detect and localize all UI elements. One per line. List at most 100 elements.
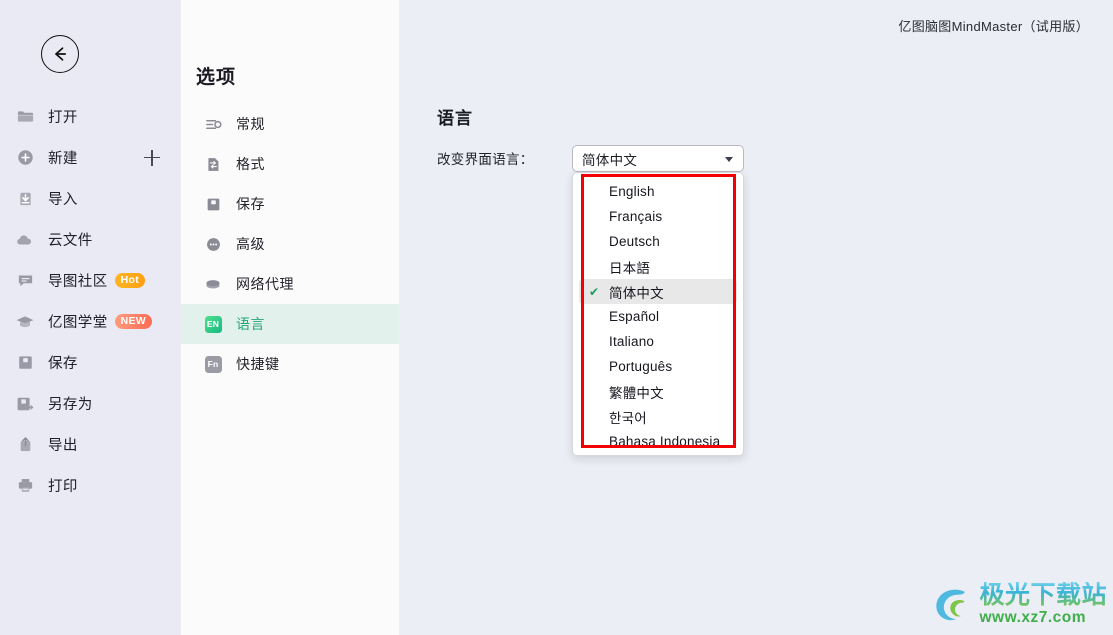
options-item-shortcuts[interactable]: Fn 快捷键 bbox=[181, 344, 399, 384]
export-icon bbox=[14, 434, 36, 456]
options-item-label: 语言 bbox=[236, 316, 265, 332]
import-icon bbox=[14, 188, 36, 210]
options-item-label: 保存 bbox=[236, 196, 265, 212]
sidebar-item-label: 导入 bbox=[48, 192, 78, 208]
options-item-label: 快捷键 bbox=[236, 356, 280, 372]
watermark-logo-icon bbox=[931, 581, 977, 627]
sidebar-item-label: 云文件 bbox=[48, 233, 93, 249]
language-field-row: 改变界面语言： bbox=[437, 148, 534, 168]
options-item-save[interactable]: 保存 bbox=[181, 184, 399, 224]
dropdown-option-label: English bbox=[609, 184, 655, 199]
save-icon bbox=[14, 352, 36, 374]
sidebar-item-academy[interactable]: 亿图学堂 NEW bbox=[0, 301, 181, 342]
sidebar-item-open[interactable]: 打开 bbox=[0, 96, 181, 137]
page-title: 语言 bbox=[437, 109, 473, 128]
save-as-icon bbox=[14, 393, 36, 415]
dropdown-option-label: 繁體中文 bbox=[609, 385, 664, 401]
dropdown-option-label: Français bbox=[609, 209, 663, 224]
fn-badge-label: Fn bbox=[204, 355, 222, 373]
sidebar-item-label: 导出 bbox=[48, 438, 78, 454]
language-select-value: 简体中文 bbox=[582, 152, 638, 168]
sidebar-item-save-as[interactable]: 另存为 bbox=[0, 383, 181, 424]
graduation-cap-icon bbox=[14, 311, 36, 333]
sidebar-item-label: 打印 bbox=[48, 479, 78, 495]
sidebar-item-label: 打开 bbox=[48, 110, 78, 126]
folder-icon bbox=[14, 106, 36, 128]
ellipsis-icon bbox=[204, 235, 222, 253]
options-title: 选项 bbox=[196, 67, 237, 88]
comment-icon bbox=[14, 270, 36, 292]
language-select[interactable]: 简体中文 bbox=[572, 145, 744, 172]
options-menu: 常规 格式 保存 高级 网络代理 EN 语言 Fn 快捷键 bbox=[181, 104, 399, 384]
dropdown-option-japanese[interactable]: 日本語 bbox=[579, 254, 737, 279]
sidebar-item-cloud-files[interactable]: 云文件 bbox=[0, 219, 181, 260]
en-badge-label: EN bbox=[204, 315, 222, 333]
language-field-label: 改变界面语言： bbox=[437, 152, 534, 167]
dropdown-option-label: Bahasa Indonesia bbox=[609, 434, 721, 449]
dropdown-option-label: 简体中文 bbox=[609, 285, 664, 301]
sidebar-item-label: 保存 bbox=[48, 356, 78, 372]
sidebar-item-label: 另存为 bbox=[48, 397, 93, 413]
left-sidebar: 打开 新建 导入 云文件 导图社区 Hot 亿图学堂 NEW 保存 另存为 导出… bbox=[0, 0, 181, 635]
back-button[interactable] bbox=[41, 35, 79, 73]
sidebar-item-export[interactable]: 导出 bbox=[0, 424, 181, 465]
dropdown-option-label: Español bbox=[609, 309, 660, 324]
save-icon bbox=[204, 195, 222, 213]
watermark-site-name: 极光下载站 bbox=[979, 580, 1107, 609]
printer-icon bbox=[14, 475, 36, 497]
sidebar-item-label: 亿图学堂 bbox=[48, 315, 108, 331]
sidebar-item-community[interactable]: 导图社区 Hot bbox=[0, 260, 181, 301]
main-content: 亿图脑图MindMaster（试用版） 语言 改变界面语言： 简体中文 Engl… bbox=[399, 0, 1113, 635]
options-item-advanced[interactable]: 高级 bbox=[181, 224, 399, 264]
status-badge-hot: Hot bbox=[114, 272, 146, 289]
watermark: 极光下载站 www.xz7.com bbox=[931, 581, 1107, 627]
back-arrow-icon bbox=[50, 44, 70, 64]
document-icon bbox=[204, 155, 222, 173]
options-item-label: 格式 bbox=[236, 156, 265, 172]
dropdown-option-espanol[interactable]: Español bbox=[579, 304, 737, 329]
dropdown-option-label: 日本語 bbox=[609, 260, 651, 276]
options-item-language[interactable]: EN 语言 bbox=[181, 304, 399, 344]
options-panel: 选项 常规 格式 保存 高级 网络代理 EN 语言 Fn 快捷键 bbox=[181, 0, 399, 635]
sidebar-item-import[interactable]: 导入 bbox=[0, 178, 181, 219]
dropdown-option-label: Deutsch bbox=[609, 234, 660, 249]
watermark-url: www.xz7.com bbox=[979, 609, 1087, 627]
dropdown-option-portugues[interactable]: Português bbox=[579, 354, 737, 379]
sidebar-menu: 打开 新建 导入 云文件 导图社区 Hot 亿图学堂 NEW 保存 另存为 导出… bbox=[0, 96, 181, 506]
dropdown-option-deutsch[interactable]: Deutsch bbox=[579, 229, 737, 254]
dropdown-option-label: Italiano bbox=[609, 334, 655, 349]
options-item-format[interactable]: 格式 bbox=[181, 144, 399, 184]
dropdown-option-bahasa-indonesia[interactable]: Bahasa Indonesia bbox=[579, 429, 737, 454]
options-item-label: 常规 bbox=[236, 116, 265, 132]
mindmaster-options-window: 打开 新建 导入 云文件 导图社区 Hot 亿图学堂 NEW 保存 另存为 导出… bbox=[0, 0, 1113, 635]
dropdown-option-traditional-chinese[interactable]: 繁體中文 bbox=[579, 379, 737, 404]
app-title: 亿图脑图MindMaster（试用版） bbox=[898, 19, 1089, 34]
options-item-network-proxy[interactable]: 网络代理 bbox=[181, 264, 399, 304]
sidebar-item-new[interactable]: 新建 bbox=[0, 137, 181, 178]
plus-icon[interactable] bbox=[144, 149, 160, 166]
language-dropdown-list[interactable]: English Français Deutsch 日本語 ✔ 简体中文 Espa… bbox=[572, 172, 744, 456]
dropdown-option-italiano[interactable]: Italiano bbox=[579, 329, 737, 354]
plus-circle-icon bbox=[14, 147, 36, 169]
cloud-icon bbox=[14, 229, 36, 251]
dropdown-option-simplified-chinese[interactable]: ✔ 简体中文 bbox=[579, 279, 737, 304]
sidebar-item-label: 导图社区 bbox=[48, 274, 108, 290]
sidebar-item-save[interactable]: 保存 bbox=[0, 342, 181, 383]
sidebar-item-print[interactable]: 打印 bbox=[0, 465, 181, 506]
options-item-label: 网络代理 bbox=[236, 276, 294, 292]
options-item-label: 高级 bbox=[236, 236, 265, 252]
options-item-general[interactable]: 常规 bbox=[181, 104, 399, 144]
sidebar-item-label: 新建 bbox=[48, 151, 78, 167]
sliders-icon bbox=[204, 115, 222, 133]
network-icon bbox=[204, 275, 222, 293]
dropdown-option-label: 한국어 bbox=[609, 410, 647, 426]
en-badge-icon: EN bbox=[204, 315, 222, 333]
dropdown-option-english[interactable]: English bbox=[579, 179, 737, 204]
check-icon: ✔ bbox=[589, 284, 600, 299]
dropdown-option-label: Português bbox=[609, 359, 673, 374]
fn-badge-icon: Fn bbox=[204, 355, 222, 373]
status-badge-new: NEW bbox=[114, 313, 153, 330]
chevron-down-icon bbox=[725, 156, 733, 162]
dropdown-option-francais[interactable]: Français bbox=[579, 204, 737, 229]
dropdown-option-korean[interactable]: 한국어 bbox=[579, 404, 737, 429]
